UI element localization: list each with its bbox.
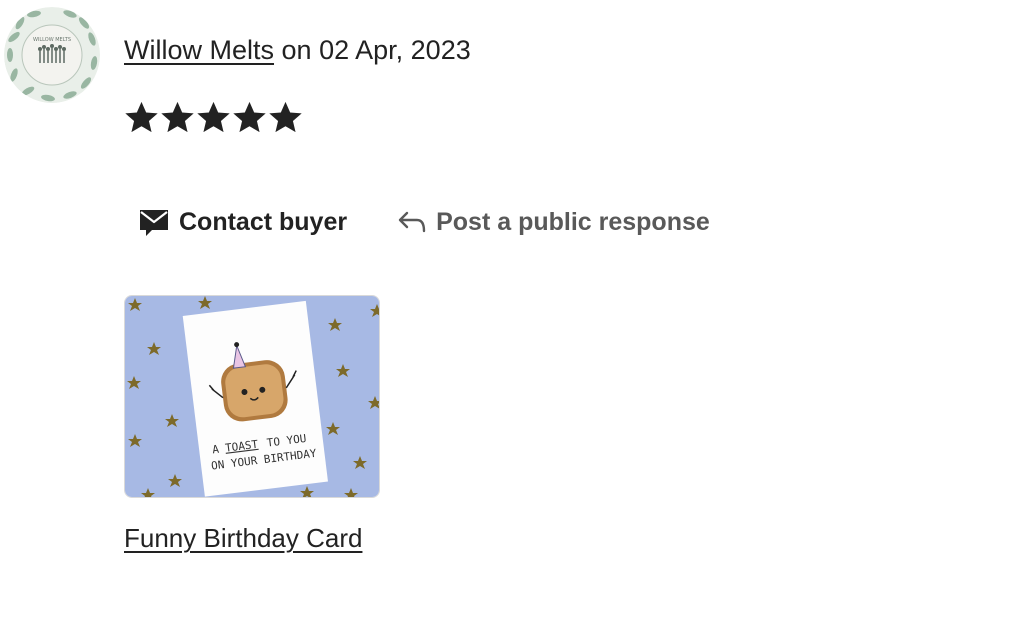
star-icon	[160, 99, 195, 135]
star-rating	[124, 99, 303, 135]
star-icon	[196, 99, 231, 135]
star-icon	[124, 99, 159, 135]
avatar-logo-text: WILLOW MELTS	[33, 37, 71, 43]
listing-thumbnail[interactable]: A TOAST TO YOU ON YOUR BIRTHDAY	[124, 295, 380, 498]
reply-arrow-icon	[397, 209, 427, 235]
contact-buyer-label: Contact buyer	[179, 207, 348, 236]
star-icon	[268, 99, 303, 135]
review-meta: Willow Melts on 02 Apr, 2023	[124, 33, 471, 67]
mail-icon	[138, 206, 170, 238]
review-date: 02 Apr, 2023	[319, 35, 471, 65]
post-public-response-label: Post a public response	[436, 207, 710, 236]
contact-buyer-button[interactable]: Contact buyer	[132, 200, 353, 244]
shop-logo-avatar: WILLOW MELTS	[4, 7, 100, 103]
review-actions: Contact buyer Post a public response	[132, 200, 716, 244]
star-icon	[232, 99, 267, 135]
reviewer-avatar[interactable]: WILLOW MELTS	[4, 7, 100, 103]
date-prefix: on	[281, 35, 312, 65]
post-public-response-button[interactable]: Post a public response	[391, 200, 716, 244]
review-item: WILLOW MELTS Willow Melts on 02 Apr, 202…	[0, 0, 1028, 618]
reviewer-name-link[interactable]: Willow Melts	[124, 35, 274, 65]
listing-title-link[interactable]: Funny Birthday Card	[124, 522, 362, 554]
